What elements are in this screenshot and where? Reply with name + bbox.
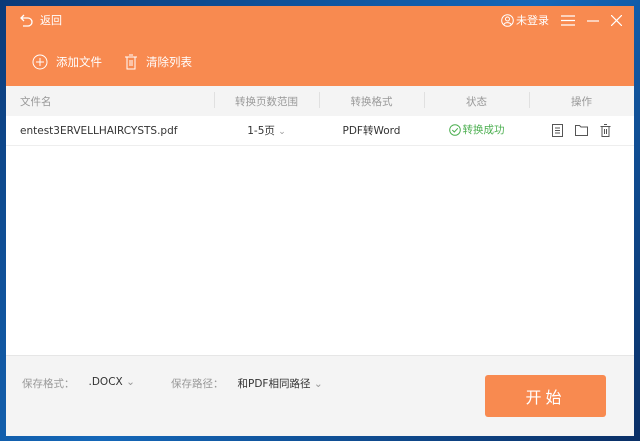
login-button[interactable]: 未登录 <box>501 12 549 28</box>
back-arrow-icon <box>20 14 33 27</box>
footer: 保存格式： .DOCX ⌄ 保存路径： 和PDF相同路径 ⌄ 开始 <box>6 355 634 436</box>
plus-circle-icon <box>32 54 48 70</box>
col-filename: 文件名 <box>20 95 52 108</box>
menu-icon[interactable] <box>561 14 575 26</box>
clear-list-label: 清除列表 <box>146 55 192 69</box>
document-icon[interactable] <box>552 124 563 137</box>
file-name: entest3ERVELLHAIRCYSTS.pdf <box>20 124 178 137</box>
save-format-label: 保存格式： <box>22 378 75 390</box>
delete-icon[interactable] <box>600 124 611 137</box>
add-file-button[interactable]: 添加文件 <box>32 54 102 70</box>
start-button[interactable]: 开始 <box>485 375 606 417</box>
header: 返回 未登录 添加文件 清除列表 <box>6 6 634 86</box>
col-format: 转换格式 <box>319 91 424 109</box>
page-range-select[interactable]: 1-5页 ⌄ <box>214 123 319 138</box>
user-label: 未登录 <box>516 14 549 27</box>
status-text: 转换成功 <box>462 124 505 137</box>
save-path-value: 和PDF相同路径 <box>237 378 311 390</box>
col-actions: 操作 <box>529 91 634 109</box>
format-value: PDF转Word <box>342 125 401 137</box>
save-format-select[interactable]: .DOCX ⌄ <box>89 376 135 391</box>
user-icon <box>501 13 514 27</box>
save-path-select[interactable]: 和PDF相同路径 ⌄ <box>238 376 323 391</box>
back-label: 返回 <box>40 14 62 27</box>
table-row: entest3ERVELLHAIRCYSTS.pdf 1-5页 ⌄ PDF转Wo… <box>6 116 634 146</box>
table-header: 文件名 转换页数范围 转换格式 状态 操作 <box>6 86 634 116</box>
chevron-down-icon: ⌄ <box>313 378 323 390</box>
col-page-range: 转换页数范围 <box>214 91 319 109</box>
trash-icon <box>125 54 137 70</box>
close-icon[interactable] <box>611 14 622 26</box>
add-file-label: 添加文件 <box>56 55 102 69</box>
minimize-icon[interactable] <box>587 15 599 26</box>
save-format-value: .DOCX <box>88 376 123 388</box>
chevron-down-icon: ⌄ <box>126 376 135 388</box>
check-circle-icon <box>448 123 461 136</box>
save-path-label: 保存路径： <box>171 378 224 390</box>
clear-list-button[interactable]: 清除列表 <box>124 54 192 70</box>
back-button[interactable]: 返回 <box>20 12 62 28</box>
col-status: 状态 <box>424 91 529 109</box>
folder-icon[interactable] <box>575 124 588 136</box>
chevron-down-icon: ⌄ <box>278 127 286 137</box>
status-badge: 转换成功 <box>448 122 505 137</box>
page-range-value: 1-5页 <box>247 125 275 137</box>
app-window: 返回 未登录 添加文件 清除列表 文件名 转换页数范围 转换格式 状态 操作 e… <box>6 6 634 436</box>
